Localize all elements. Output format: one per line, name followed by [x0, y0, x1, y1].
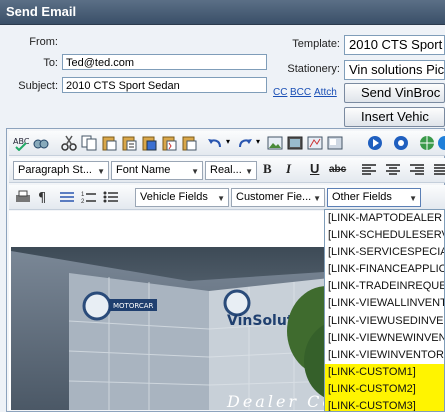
font-size-value: Real... [210, 164, 242, 176]
customer-fields-label: Customer Fie... [236, 191, 312, 203]
svg-text:1: 1 [81, 192, 85, 198]
strikethrough-button[interactable]: abc [329, 164, 346, 175]
other-fields-menu-item[interactable]: [LINK-CUSTOM2] [325, 380, 444, 399]
paste-html-icon[interactable] [161, 135, 177, 151]
editor-toolbar-2: Paragraph St... ▼ Font Name ▼ Real... ▼ B I… [9, 158, 445, 183]
editor-toolbar-3: ¶ 12 Vehicle Fields ▼ Customer Fie... ▼ Ot… [9, 185, 445, 210]
align-center-icon[interactable] [385, 162, 401, 178]
copy-icon[interactable] [81, 135, 97, 151]
email-header-form: From: To: Ted@ted.com Subject: 2010 CTS … [0, 25, 445, 127]
bold-button[interactable]: B [263, 161, 272, 177]
other-fields-menu-item[interactable]: [LINK-SERVICESPECIAL [325, 244, 444, 261]
cc-link[interactable]: CC [273, 87, 287, 98]
other-fields-menu-item[interactable]: [LINK-SCHEDULESERV [325, 227, 444, 244]
other-fields-label: Other Fields [332, 191, 392, 203]
other-fields-menu: [LINK-MAPTODEALER [LINK-SCHEDULESERV [LINK… [324, 209, 445, 412]
italic-button[interactable]: I [286, 161, 291, 177]
other-fields-menu-item[interactable]: [LINK-VIEWINVENTOR [325, 347, 444, 364]
chevron-down-icon: ▼ [313, 194, 321, 203]
from-label: From: [29, 36, 58, 48]
chevron-down-icon: ▼ [245, 167, 253, 176]
font-name-dropdown[interactable]: Font Name ▼ [111, 161, 203, 180]
subject-label: Subject: [18, 80, 58, 92]
attach-link[interactable]: Attch [314, 87, 337, 98]
flash-icon[interactable] [307, 135, 323, 151]
other-fields-menu-item[interactable]: [LINK-VIEWNEWINVEN [325, 330, 444, 347]
preview-icon[interactable] [393, 135, 409, 151]
bulleted-list-icon[interactable] [103, 189, 119, 205]
svg-text:2: 2 [81, 199, 85, 205]
chevron-down-icon: ▼ [217, 194, 225, 203]
to-field[interactable]: Ted@ted.com [62, 54, 267, 70]
paste-text-icon[interactable] [121, 135, 137, 151]
redo-icon[interactable] [237, 135, 253, 151]
document-manager-icon[interactable] [327, 135, 343, 151]
paragraph-style-value: Paragraph St... [18, 164, 92, 176]
other-fields-menu-item[interactable]: [LINK-FINANCEAPPLIC [325, 261, 444, 278]
window-title: Send Email [6, 4, 77, 19]
underline-button[interactable]: U [310, 161, 319, 176]
subject-field[interactable]: 2010 CTS Sport Sedan [62, 77, 267, 93]
template-label: Template: [292, 38, 340, 50]
spellcheck-icon[interactable]: ABC [13, 135, 29, 151]
font-size-dropdown[interactable]: Real... ▼ [205, 161, 257, 180]
font-name-value: Font Name [116, 164, 171, 176]
image-icon[interactable] [267, 135, 283, 151]
chevron-down-icon: ▼ [409, 194, 417, 203]
bcc-link[interactable]: BCC [290, 87, 311, 98]
undo-dropdown-icon[interactable]: ▾ [226, 137, 230, 146]
numbered-list-icon[interactable]: 12 [81, 189, 97, 205]
justify-icon[interactable] [433, 162, 445, 178]
stationery-label: Stationery: [287, 63, 340, 75]
paste-icon[interactable] [101, 135, 117, 151]
customer-fields-dropdown[interactable]: Customer Fie... ▼ [231, 188, 325, 207]
undo-icon[interactable] [207, 135, 223, 151]
chevron-down-icon: ▼ [97, 167, 105, 176]
other-fields-menu-item[interactable]: [LINK-MAPTODEALER [325, 210, 444, 227]
other-fields-menu-item[interactable]: [LINK-CUSTOM3] [325, 398, 444, 411]
other-fields-menu-item[interactable]: [LINK-TRADEINREQUE [325, 278, 444, 295]
align-left-icon[interactable] [361, 162, 377, 178]
to-label: To: [43, 57, 58, 69]
paste-plain-icon[interactable] [181, 135, 197, 151]
paragraph-marks-icon[interactable]: ¶ [37, 189, 53, 205]
editor-toolbar-1: ABC ▾ ▾ [9, 131, 445, 156]
align-right-icon[interactable] [409, 162, 425, 178]
insert-vehicle-button[interactable]: Insert Vehic [344, 107, 445, 127]
redo-dropdown-icon[interactable]: ▾ [256, 137, 260, 146]
other-fields-dropdown[interactable]: Other Fields ▼ [327, 188, 421, 207]
vehicle-fields-dropdown[interactable]: Vehicle Fields ▼ [135, 188, 229, 207]
find-icon[interactable] [33, 135, 49, 151]
svg-text:¶: ¶ [38, 191, 46, 205]
vehicle-fields-label: Vehicle Fields [140, 191, 208, 203]
sign-small-text: MOTORCAR [113, 302, 154, 310]
title-bar: Send Email [0, 0, 445, 25]
chevron-down-icon: ▼ [191, 167, 199, 176]
play-icon[interactable] [367, 135, 383, 151]
other-fields-menu-item[interactable]: [LINK-CUSTOM1] [325, 363, 444, 381]
cut-icon[interactable] [61, 135, 77, 151]
paragraph-style-dropdown[interactable]: Paragraph St... ▼ [13, 161, 109, 180]
horizontal-rule-icon[interactable] [59, 189, 75, 205]
media-icon[interactable] [287, 135, 303, 151]
other-fields-menu-item[interactable]: [LINK-VIEWALLINVENT [325, 295, 444, 312]
template-select[interactable]: 2010 CTS Sport [344, 35, 445, 55]
stationery-select[interactable]: Vin solutions Pic [344, 60, 445, 80]
svg-text:ABC: ABC [13, 137, 29, 146]
paste-word-icon[interactable] [141, 135, 157, 151]
link-icon[interactable] [437, 135, 445, 151]
other-fields-menu-item[interactable]: [LINK-VIEWUSEDINVEN [325, 313, 444, 330]
print-icon[interactable] [15, 189, 31, 205]
send-vinbrochure-button[interactable]: Send VinBroc [344, 83, 445, 103]
globe-icon[interactable] [419, 135, 435, 151]
